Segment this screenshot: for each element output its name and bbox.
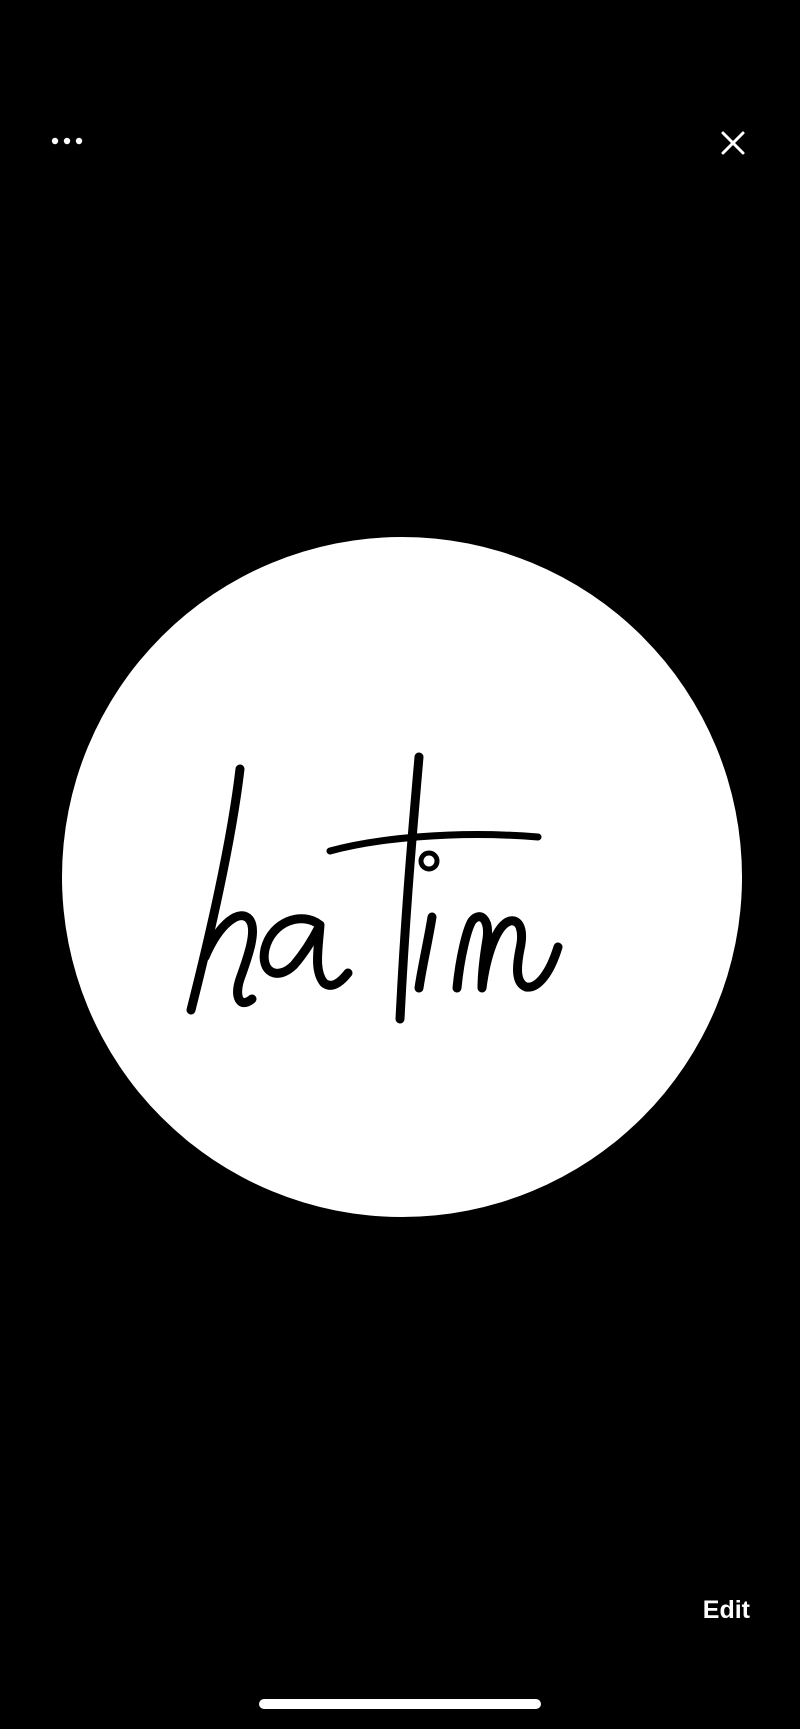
close-icon [721, 131, 745, 155]
ellipsis-icon [51, 137, 83, 145]
more-options-button[interactable] [38, 115, 96, 167]
home-indicator[interactable] [259, 1699, 541, 1709]
close-button[interactable] [702, 112, 764, 174]
profile-photo [62, 537, 742, 1217]
edit-button[interactable]: Edit [703, 1590, 750, 1630]
hatim-logo [186, 752, 563, 1024]
